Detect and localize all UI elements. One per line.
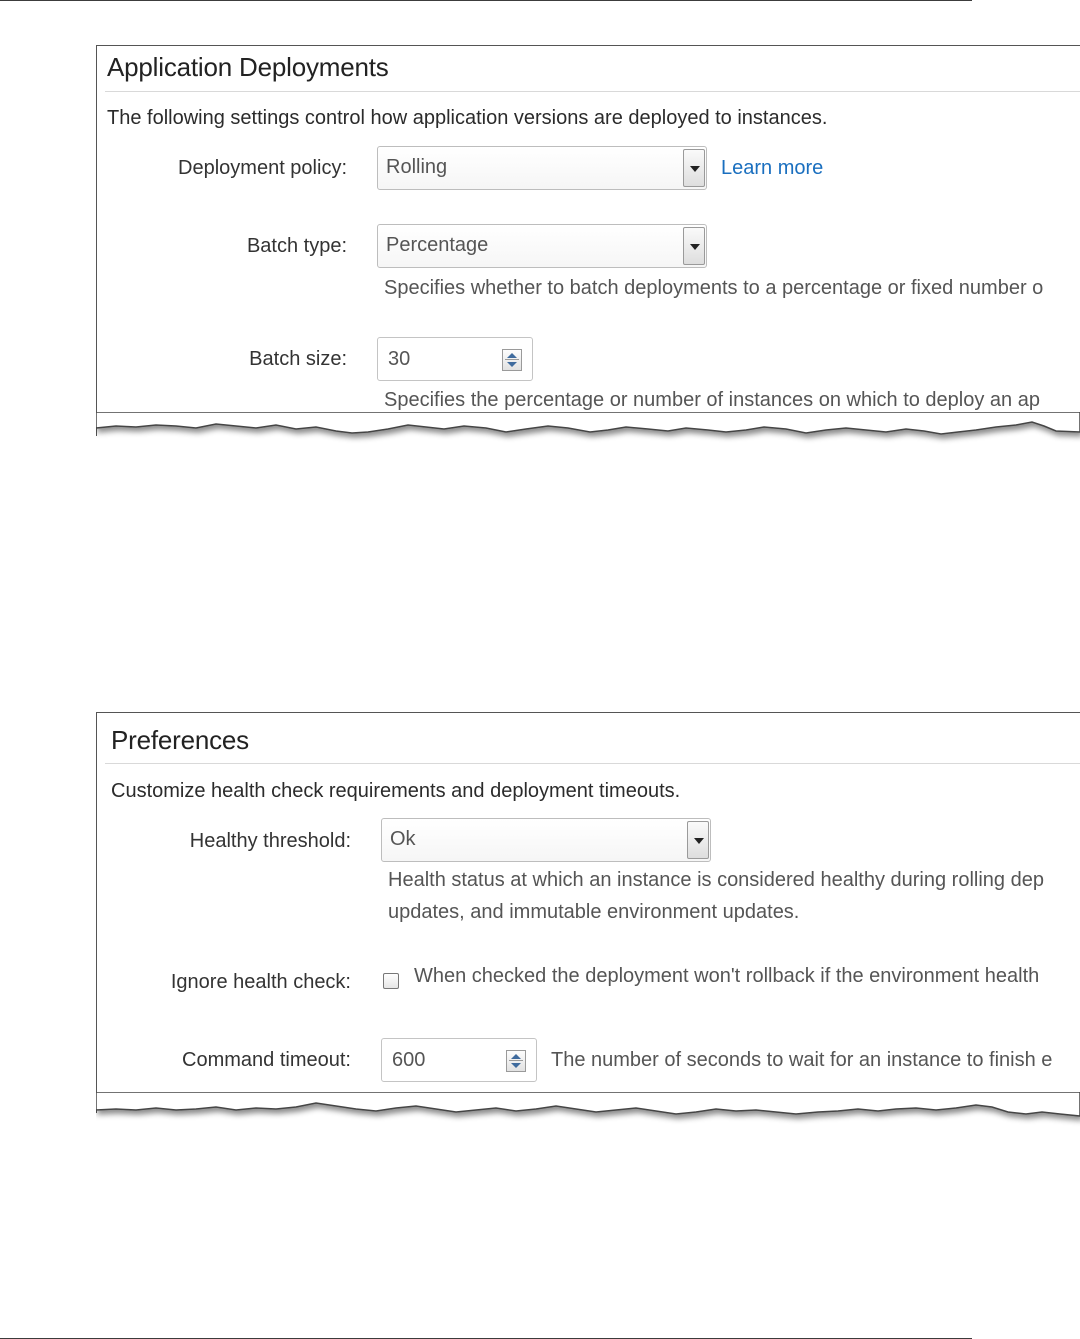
- torn-edge: [96, 412, 1080, 435]
- batch-type-label: Batch type:: [246, 235, 347, 257]
- dropdown-arrow-icon[interactable]: [683, 227, 705, 265]
- command-timeout-value: 600: [392, 1049, 426, 1071]
- torn-edge: [96, 1092, 1080, 1117]
- preferences-panel: Preferences Customize health check requi…: [96, 712, 1080, 1113]
- ignore-health-check-checkbox[interactable]: [383, 973, 399, 989]
- stepper-arrows-icon[interactable]: [506, 1050, 526, 1072]
- panel-title: Preferences: [111, 725, 249, 755]
- healthy-threshold-help-line1: Health status at which an instance is co…: [388, 869, 1044, 891]
- batch-size-help: Specifies the percentage or number of in…: [384, 389, 1040, 411]
- healthy-threshold-label: Healthy threshold:: [189, 830, 351, 852]
- ignore-health-check-label: Ignore health check:: [170, 971, 351, 993]
- learn-more-link[interactable]: Learn more: [721, 157, 823, 180]
- page-top-rule: [0, 0, 972, 1]
- panel-description: Customize health check requirements and …: [111, 780, 681, 802]
- deployment-policy-select[interactable]: Rolling: [377, 146, 707, 190]
- panel-title: Application Deployments: [107, 52, 389, 82]
- batch-type-select[interactable]: Percentage: [377, 224, 707, 268]
- dropdown-arrow-icon[interactable]: [683, 149, 705, 187]
- healthy-threshold-help-line2: updates, and immutable environment updat…: [388, 901, 800, 923]
- batch-type-value: Percentage: [386, 234, 489, 256]
- command-timeout-help: The number of seconds to wait for an ins…: [551, 1049, 1053, 1071]
- batch-size-stepper[interactable]: 30: [377, 337, 533, 381]
- batch-size-value: 30: [388, 348, 411, 370]
- ignore-health-check-help: When checked the deployment won't rollba…: [414, 965, 1040, 987]
- command-timeout-label: Command timeout:: [182, 1049, 351, 1071]
- dropdown-arrow-icon[interactable]: [687, 821, 709, 859]
- healthy-threshold-value: Ok: [390, 828, 416, 850]
- application-deployments-panel: Application Deployments The following se…: [96, 45, 1080, 436]
- batch-size-label: Batch size:: [249, 348, 347, 370]
- healthy-threshold-select[interactable]: Ok: [381, 818, 711, 862]
- title-divider: [105, 91, 1080, 92]
- batch-type-help: Specifies whether to batch deployments t…: [384, 277, 1044, 299]
- command-timeout-stepper[interactable]: 600: [381, 1038, 537, 1082]
- deployment-policy-value: Rolling: [386, 156, 448, 178]
- stepper-arrows-icon[interactable]: [502, 349, 522, 371]
- title-divider: [105, 763, 1080, 764]
- deployment-policy-label: Deployment policy:: [178, 157, 347, 179]
- panel-description: The following settings control how appli…: [107, 107, 828, 129]
